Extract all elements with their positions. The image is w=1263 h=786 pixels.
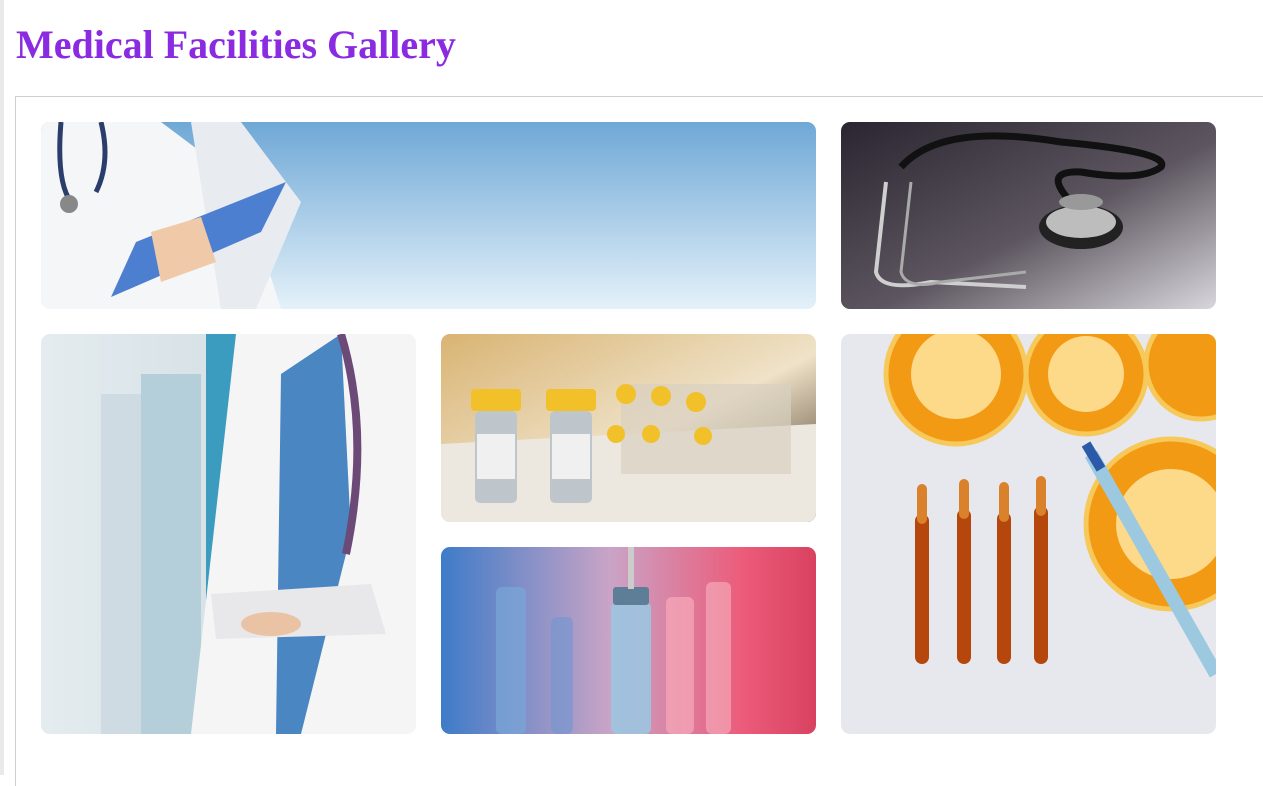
page-title: Medical Facilities Gallery xyxy=(16,22,456,67)
gallery-image-stethoscope[interactable] xyxy=(841,122,1216,309)
gallery-image-vial-syringe[interactable] xyxy=(441,547,816,734)
left-edge-rule xyxy=(0,0,4,775)
gallery-image-doctors-banner[interactable] xyxy=(41,122,816,309)
gallery-image-doctor-arms-crossed[interactable] xyxy=(41,334,416,734)
gallery-image-vaccine-vials[interactable] xyxy=(441,334,816,522)
gallery-image-oranges-ampoules[interactable] xyxy=(841,334,1216,734)
